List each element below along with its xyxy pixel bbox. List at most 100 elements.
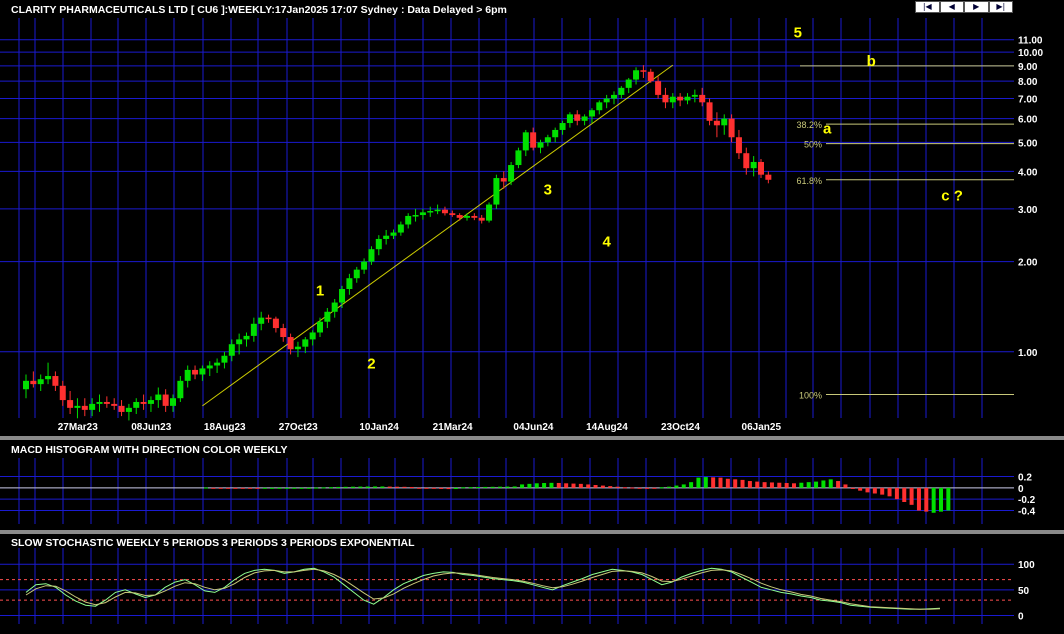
candle-body bbox=[721, 118, 728, 126]
first-icon[interactable]: |◀ bbox=[915, 1, 940, 13]
macd-bar bbox=[696, 477, 701, 488]
price-axis-label: 6.00 bbox=[1018, 115, 1038, 126]
stochastic-axis-label: 0 bbox=[1018, 611, 1024, 622]
candle-body bbox=[125, 407, 132, 412]
macd-bar bbox=[549, 482, 554, 488]
macd-bar bbox=[762, 482, 767, 488]
candle-body bbox=[339, 289, 346, 303]
candle-body bbox=[691, 94, 698, 97]
macd-bar bbox=[292, 487, 297, 489]
wave-label: b bbox=[867, 53, 876, 70]
macd-bar bbox=[351, 486, 355, 488]
macd-bar bbox=[306, 487, 311, 489]
macd-bar bbox=[542, 483, 547, 488]
price-axis-label: 4.00 bbox=[1018, 167, 1038, 178]
candle-body bbox=[596, 102, 603, 111]
wave-label: c ? bbox=[941, 187, 963, 204]
candle-body bbox=[37, 379, 44, 385]
macd-bar bbox=[681, 484, 686, 488]
candle-body bbox=[625, 79, 632, 88]
candle-body bbox=[456, 215, 463, 218]
candle-body bbox=[324, 311, 331, 322]
macd-bar bbox=[858, 487, 863, 491]
candle-body bbox=[162, 394, 169, 406]
macd-bar bbox=[314, 487, 319, 489]
macd-axis-label: 0 bbox=[1018, 484, 1024, 495]
macd-bar bbox=[461, 487, 466, 489]
macd-bar bbox=[365, 486, 370, 488]
candle-body bbox=[464, 215, 470, 218]
macd-bar bbox=[939, 487, 943, 512]
macd-bar bbox=[402, 486, 407, 488]
candle-body bbox=[331, 302, 338, 312]
candle-body bbox=[559, 123, 566, 130]
macd-bar bbox=[578, 483, 583, 488]
macd-bar bbox=[534, 483, 539, 488]
macd-bar bbox=[446, 487, 451, 490]
candle-body bbox=[419, 212, 426, 216]
candle-body bbox=[647, 71, 654, 82]
candle-body bbox=[192, 369, 199, 375]
date-axis-label: 23Oct24 bbox=[661, 422, 700, 433]
candle-body bbox=[508, 165, 515, 182]
candle-body bbox=[566, 114, 573, 124]
macd-bar bbox=[909, 487, 914, 505]
candle-body bbox=[214, 362, 221, 366]
macd-bar bbox=[475, 487, 480, 489]
candle-body bbox=[272, 318, 279, 329]
last-icon[interactable]: ▶| bbox=[988, 1, 1013, 13]
macd-bar bbox=[637, 487, 642, 489]
candle-body bbox=[250, 323, 257, 336]
macd-bar bbox=[586, 484, 591, 488]
candle-body bbox=[67, 400, 74, 408]
fib-level-label: 61.8% bbox=[796, 176, 822, 186]
wave-label: 1 bbox=[316, 283, 324, 300]
macd-bar bbox=[277, 487, 282, 489]
price-axis-label: 10.00 bbox=[1018, 48, 1043, 59]
next-icon[interactable]: ▶ bbox=[964, 1, 989, 13]
macd-bar bbox=[498, 486, 502, 488]
candle-body bbox=[30, 380, 37, 385]
stock-chart: 11.0010.009.008.007.006.005.004.003.002.… bbox=[0, 4, 1064, 624]
macd-axis-label: 0.2 bbox=[1018, 473, 1032, 484]
candle-body bbox=[486, 204, 493, 221]
candle-body bbox=[184, 369, 191, 381]
macd-bar bbox=[792, 483, 796, 488]
macd-bar bbox=[571, 483, 576, 488]
macd-bar bbox=[659, 487, 664, 489]
macd-bar bbox=[270, 487, 275, 489]
candle-body bbox=[728, 118, 735, 138]
macd-bar bbox=[608, 486, 613, 488]
candle-body bbox=[96, 401, 103, 404]
date-axis-label: 06Jan25 bbox=[742, 422, 782, 433]
candle-body bbox=[618, 87, 625, 95]
macd-bar bbox=[409, 486, 414, 488]
candle-body bbox=[478, 217, 485, 221]
candle-body bbox=[361, 261, 368, 270]
date-axis-label: 27Oct23 bbox=[279, 422, 318, 433]
macd-bar bbox=[894, 487, 899, 500]
candle-body bbox=[765, 174, 772, 180]
macd-bar bbox=[556, 482, 561, 488]
macd-bar bbox=[733, 479, 738, 488]
candle-body bbox=[199, 368, 206, 375]
candle-body bbox=[493, 178, 500, 205]
candle-body bbox=[177, 380, 184, 399]
price-axis-label: 7.00 bbox=[1018, 95, 1038, 106]
macd-bar bbox=[512, 486, 517, 488]
fib-level-label: 50% bbox=[804, 140, 822, 150]
date-axis-label: 18Aug23 bbox=[204, 422, 246, 433]
date-axis-label: 10Jan24 bbox=[359, 422, 399, 433]
fib-level-label: 38.2% bbox=[796, 120, 822, 130]
macd-bar bbox=[622, 487, 627, 489]
macd-axis-label: -0.4 bbox=[1018, 507, 1036, 518]
candle-body bbox=[434, 209, 441, 212]
chart-stage[interactable]: 11.00 10.00 9.00 8.00 7.00 6.00 5.00 4.00 3.00 2.… bbox=[0, 0, 1064, 629]
candle-body bbox=[713, 120, 720, 126]
macd-bar bbox=[505, 486, 510, 488]
prev-icon[interactable]: ◀ bbox=[939, 1, 964, 13]
wave-label: 2 bbox=[367, 355, 375, 372]
macd-bar bbox=[262, 487, 267, 489]
candle-body bbox=[103, 401, 110, 404]
candle-body bbox=[147, 400, 154, 404]
